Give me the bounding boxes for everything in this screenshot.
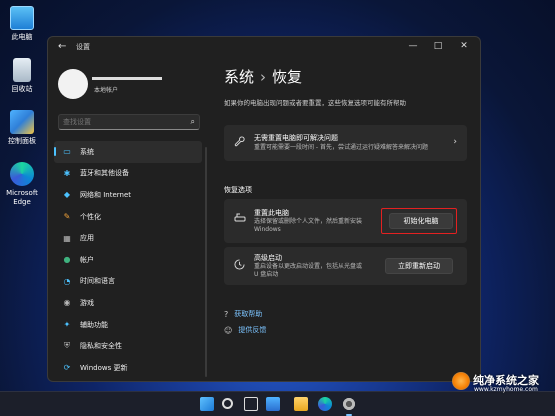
update-icon: ⟳ <box>63 363 71 373</box>
minimize-button[interactable]: — <box>403 41 423 51</box>
sidebar-item-label: 网络和 Internet <box>80 190 132 199</box>
watermark-logo <box>452 372 470 390</box>
reset-pc-card: 重置此电脑 选择保留或删除个人文件，然后重新安装 Windows 初始化电脑 <box>224 199 467 243</box>
give-feedback-label: 提供反馈 <box>238 326 267 334</box>
breadcrumb-parent[interactable]: 系统 <box>224 68 254 86</box>
widgets-icon[interactable] <box>266 397 280 411</box>
watermark-url: www.kzmyhome.com <box>474 386 538 393</box>
profile-name-redacted <box>92 77 162 80</box>
fix-problems-card[interactable]: 无需重置电脑即可解决问题 重置可能需要一段时间 - 首先，尝试通过运行疑难解答来… <box>224 125 467 161</box>
start-icon[interactable] <box>200 397 214 411</box>
desktop-icon-label: 控制面板 <box>8 137 36 145</box>
recycle-bin-icon <box>13 58 31 82</box>
fix-card-description: 重置可能需要一段时间 - 首先，尝试通过运行疑难解答来解决问题 <box>254 144 428 151</box>
sidebar-scrollbar[interactable] <box>205 147 207 377</box>
sidebar-item-label: 个性化 <box>80 212 101 221</box>
desktop-icon-label: 此电脑 <box>11 33 33 41</box>
sidebar-item-time-language[interactable]: ◔ 时间和语言 <box>54 271 202 293</box>
sidebar-item-label: 应用 <box>80 234 94 243</box>
sidebar-item-label: 蓝牙和其他设备 <box>80 169 129 178</box>
reset-pc-button[interactable]: 初始化电脑 <box>389 213 453 229</box>
desktop-icon-recycle-bin[interactable]: 回收站 <box>0 58 44 94</box>
sidebar-item-apps[interactable]: ▦ 应用 <box>54 227 202 249</box>
shield-icon: ⛨ <box>64 341 70 351</box>
desktop-icon-this-pc[interactable]: 此电脑 <box>0 6 44 42</box>
edge-icon <box>10 162 34 186</box>
computer-icon <box>10 6 34 30</box>
sidebar-item-personalization[interactable]: ✎ 个性化 <box>54 206 202 228</box>
search-input[interactable] <box>63 118 183 126</box>
personalization-icon: ✎ <box>63 212 71 222</box>
advanced-startup-card: 高级启动 重启设备以更改启动设置，包括从光盘或 U 盘启动 立即重新启动 <box>224 247 467 285</box>
sidebar-item-label: 帐户 <box>80 255 94 264</box>
sidebar-item-windows-update[interactable]: ⟳ Windows 更新 <box>54 357 202 379</box>
reset-card-description: 选择保留或删除个人文件，然后重新安装 <box>254 218 363 225</box>
advanced-startup-icon <box>234 259 245 273</box>
sidebar-item-system[interactable]: ▭ 系统 <box>54 141 202 163</box>
advanced-card-title: 高级启动 <box>254 254 282 262</box>
desktop-icon-label: Microsoft Edge <box>6 189 38 206</box>
page-description: 如果你的电脑出现问题或者要重置，这些恢复选项可能有所帮助 <box>224 99 406 107</box>
file-explorer-icon[interactable] <box>294 397 308 411</box>
breadcrumb: 系统 › 恢复 <box>224 66 308 87</box>
settings-window: ← 设置 — □ ✕ 本地帐户 ⌕ ▭ 系统 ✱ 蓝牙和其他设备 ◆ 网络和 I… <box>47 36 481 382</box>
reset-pc-icon <box>234 212 246 226</box>
avatar[interactable] <box>58 69 88 99</box>
accessibility-icon: ✦ <box>63 320 71 330</box>
get-help-label: 获取帮助 <box>234 310 263 318</box>
title-bar: ← 设置 — □ ✕ <box>48 37 480 59</box>
give-feedback-link[interactable]: ☺ 提供反馈 <box>224 325 266 335</box>
sidebar-item-bluetooth[interactable]: ✱ 蓝牙和其他设备 <box>54 163 202 185</box>
sidebar-item-gaming[interactable]: ◉ 游戏 <box>54 292 202 314</box>
sidebar-item-label: 时间和语言 <box>80 277 115 286</box>
sidebar-nav: ▭ 系统 ✱ 蓝牙和其他设备 ◆ 网络和 Internet ✎ 个性化 ▦ 应用… <box>54 141 202 379</box>
edge-icon[interactable] <box>318 397 332 411</box>
control-panel-icon <box>10 110 34 134</box>
taskbar <box>0 391 555 416</box>
desktop-icon-label: 回收站 <box>11 85 33 93</box>
sidebar-item-label: 辅助功能 <box>80 320 108 329</box>
task-view-icon[interactable] <box>244 397 258 411</box>
reset-card-title: 重置此电脑 <box>254 209 289 217</box>
accounts-icon: ● <box>63 255 71 265</box>
advanced-card-description: 重启设备以更改启动设置，包括从光盘或 <box>254 263 363 270</box>
sidebar-item-label: 隐私和安全性 <box>80 342 122 351</box>
apps-icon: ▦ <box>63 233 71 243</box>
sidebar-item-label: Windows 更新 <box>80 363 128 372</box>
time-language-icon: ◔ <box>63 276 71 286</box>
sidebar-item-label: 系统 <box>80 147 94 156</box>
settings-icon[interactable] <box>342 397 356 416</box>
window-title: 设置 <box>76 43 90 51</box>
help-icon: ? <box>224 309 229 319</box>
page-title: 恢复 <box>272 68 303 86</box>
chevron-right-icon: › <box>453 137 457 147</box>
get-help-link[interactable]: ? 获取帮助 <box>224 309 262 319</box>
sidebar-item-accessibility[interactable]: ✦ 辅助功能 <box>54 314 202 336</box>
network-icon: ◆ <box>63 190 71 200</box>
search-icon[interactable] <box>222 398 233 409</box>
restart-now-button[interactable]: 立即重新启动 <box>385 258 453 274</box>
system-icon: ▭ <box>63 147 71 157</box>
bluetooth-icon: ✱ <box>63 168 71 178</box>
back-arrow-icon[interactable]: ← <box>58 41 66 52</box>
feedback-icon: ☺ <box>224 325 233 335</box>
gaming-icon: ◉ <box>63 298 71 308</box>
wrench-icon <box>234 136 245 150</box>
sidebar-item-network[interactable]: ◆ 网络和 Internet <box>54 184 202 206</box>
close-button[interactable]: ✕ <box>454 41 474 51</box>
reset-card-description-line2: Windows <box>254 226 281 233</box>
breadcrumb-separator: › <box>260 68 267 86</box>
profile-account-type: 本地帐户 <box>94 87 119 94</box>
advanced-card-description-line2: U 盘启动 <box>254 271 279 278</box>
maximize-button[interactable]: □ <box>428 41 448 51</box>
sidebar-item-accounts[interactable]: ● 帐户 <box>54 249 202 271</box>
fix-card-title: 无需重置电脑即可解决问题 <box>254 134 338 142</box>
sidebar-item-label: 游戏 <box>80 298 94 307</box>
search-box[interactable]: ⌕ <box>58 114 200 130</box>
search-icon[interactable]: ⌕ <box>191 117 195 127</box>
desktop-icon-edge[interactable]: Microsoft Edge <box>0 162 44 207</box>
recovery-options-heading: 恢复选项 <box>224 186 252 194</box>
desktop-icon-control-panel[interactable]: 控制面板 <box>0 110 44 146</box>
sidebar-item-privacy[interactable]: ⛨ 隐私和安全性 <box>54 335 202 357</box>
